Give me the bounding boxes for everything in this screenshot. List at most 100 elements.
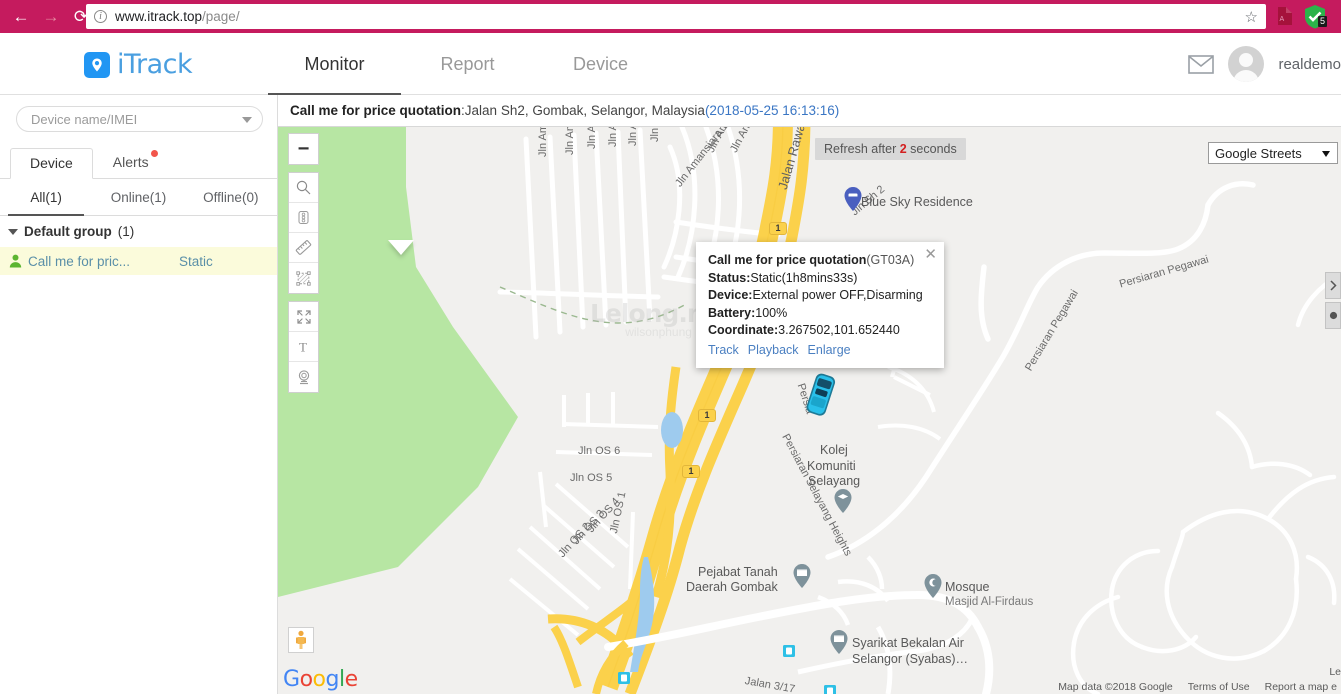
google-logo: Google [283, 667, 358, 692]
avatar-body [1233, 70, 1260, 82]
expand-arrows-icon[interactable] [289, 302, 318, 332]
filter-all[interactable]: All(1) [0, 179, 92, 216]
alert-dot-icon [150, 150, 158, 157]
info-device-name: Call me for price quotation [290, 103, 462, 118]
map-attribution: Map data ©2018 Google Terms of Use Repor… [1058, 681, 1337, 693]
tab-device[interactable]: Device [10, 148, 93, 179]
tab-alerts[interactable]: Alerts [93, 147, 169, 178]
map-type-value: Google Streets [1215, 145, 1302, 161]
chevron-down-icon[interactable] [242, 117, 252, 123]
nav-tab-report[interactable]: Report [401, 33, 534, 95]
map-tool-group-2: T [288, 301, 319, 393]
popup-device-model: (GT03A) [866, 253, 915, 267]
route-shield: 1 [698, 409, 716, 422]
user-avatar-icon[interactable] [1228, 46, 1265, 82]
traffic-light-icon[interactable] [289, 203, 318, 233]
popup-device-name: Call me for price quotation [708, 253, 867, 267]
popup-device-key: Device: [708, 288, 753, 302]
route-shield: 1 [682, 465, 700, 478]
popup-link-enlarge[interactable]: Enlarge [808, 343, 851, 357]
map-toolbar: − T [288, 133, 319, 400]
zoom-control-group: − [288, 133, 319, 165]
pdf-extension-icon[interactable]: A [1274, 6, 1294, 26]
popup-coordinate-key: Coordinate: [708, 323, 779, 337]
map-type-select[interactable]: Google Streets [1208, 142, 1338, 164]
envelope-icon[interactable] [1188, 54, 1215, 74]
header-right-actions: realdemo [1188, 33, 1341, 95]
chevron-down-icon[interactable] [8, 228, 18, 235]
side-tab-2[interactable] [1325, 302, 1341, 329]
sidebar: Device name/IMEI Device Alerts All(1) On… [0, 95, 278, 694]
location-pin-icon [84, 51, 110, 78]
avatar-head [1239, 53, 1254, 67]
info-timestamp: (2018-05-25 16:13:16) [704, 103, 840, 118]
back-icon[interactable]: ← [6, 0, 36, 33]
app-logo-text: iTrack [117, 49, 193, 80]
popup-row-status: Status:Static(1h8mins33s) [708, 270, 932, 288]
chevron-down-icon[interactable] [1322, 151, 1330, 157]
transit-icon-1[interactable] [783, 645, 795, 657]
text-tool-icon[interactable]: T [289, 332, 318, 362]
group-count: (1) [117, 224, 135, 239]
search-placeholder: Device name/IMEI [31, 111, 138, 127]
forward-icon[interactable]: → [36, 0, 66, 33]
attribution-map-data: Map data ©2018 Google [1058, 681, 1173, 693]
transit-icon-3[interactable] [824, 685, 836, 694]
list-item[interactable]: Call me for pric... Static [0, 247, 277, 275]
popup-link-track[interactable]: Track [708, 343, 739, 357]
popup-status-value: Static(1h8mins33s) [750, 270, 858, 285]
poi-pin-syabas[interactable] [830, 630, 848, 654]
url-text: www.itrack.top/page/ [115, 9, 240, 24]
transit-icon-2[interactable] [618, 672, 630, 684]
popup-link-playback[interactable]: Playback [748, 343, 799, 357]
popup-status-key: Status: [708, 270, 751, 285]
popup-battery-key: Battery: [708, 305, 756, 320]
map-canvas[interactable]: Jln Amansiara 2/7Jln Amansiara 2/6Jln Am… [278, 127, 1341, 694]
map-tool-group-1 [288, 172, 319, 294]
poi-pin-kolej-komuniti[interactable] [834, 489, 852, 513]
poi-pin-blue-sky-residence[interactable] [844, 187, 862, 211]
area-select-icon[interactable] [289, 263, 318, 293]
info-address: Jalan Sh2, Gombak, Selangor, Malaysia [464, 103, 705, 118]
filter-offline[interactable]: Offline(0) [185, 179, 277, 215]
popup-pointer [388, 240, 414, 255]
poi-pin-mosque[interactable] [924, 574, 942, 598]
nav-tab-device[interactable]: Device [534, 33, 667, 95]
pegman-streetview-icon[interactable] [288, 627, 314, 653]
refresh-seconds: 2 [899, 142, 907, 156]
star-icon[interactable]: ☆ [1245, 8, 1258, 26]
device-status-label: Static [179, 253, 213, 269]
attribution-report-link[interactable]: Report a map e [1265, 681, 1337, 693]
group-name: Default group [24, 224, 112, 239]
ruler-icon[interactable] [289, 233, 318, 263]
refresh-prefix: Refresh after [824, 142, 900, 156]
site-info-icon[interactable]: i [94, 10, 107, 23]
address-bar[interactable]: i www.itrack.top/page/ ☆ [86, 4, 1266, 29]
side-tab-1[interactable] [1325, 272, 1341, 299]
close-icon[interactable]: ✕ [924, 247, 937, 262]
poi-pin-pejabat-tanah[interactable] [793, 564, 811, 588]
app-logo[interactable]: iTrack [84, 49, 193, 80]
search-row: Device name/IMEI [0, 95, 277, 140]
popup-row-device: Device:External power OFF,Disarming [708, 287, 932, 305]
svg-text:A: A [1280, 16, 1285, 23]
username-label[interactable]: realdemo [1278, 56, 1341, 73]
url-host: www.itrack.top [115, 9, 203, 24]
person-online-icon [9, 254, 22, 268]
zoom-out-button[interactable]: − [289, 134, 318, 164]
attribution-terms-link[interactable]: Terms of Use [1188, 681, 1250, 693]
popup-coordinate-value: 3.267502,101.652440 [778, 323, 900, 337]
browser-toolbar: ← → ⟳ i www.itrack.top/page/ ☆ A 5 [0, 0, 1341, 33]
url-path: /page/ [202, 9, 240, 24]
nav-tab-monitor[interactable]: Monitor [268, 33, 401, 95]
search-icon[interactable] [289, 173, 318, 203]
device-group-default[interactable]: Default group (1) [0, 216, 277, 247]
popup-row-battery: Battery:100% [708, 305, 932, 323]
refresh-suffix: seconds [906, 142, 957, 156]
popup-title: Call me for price quotation(GT03A) [708, 252, 932, 270]
svg-text:T: T [299, 340, 307, 355]
camera-icon[interactable] [289, 362, 318, 392]
filter-online[interactable]: Online(1) [92, 179, 184, 215]
device-name-label[interactable]: Call me for pric... [28, 254, 179, 269]
search-input[interactable]: Device name/IMEI [16, 106, 263, 132]
